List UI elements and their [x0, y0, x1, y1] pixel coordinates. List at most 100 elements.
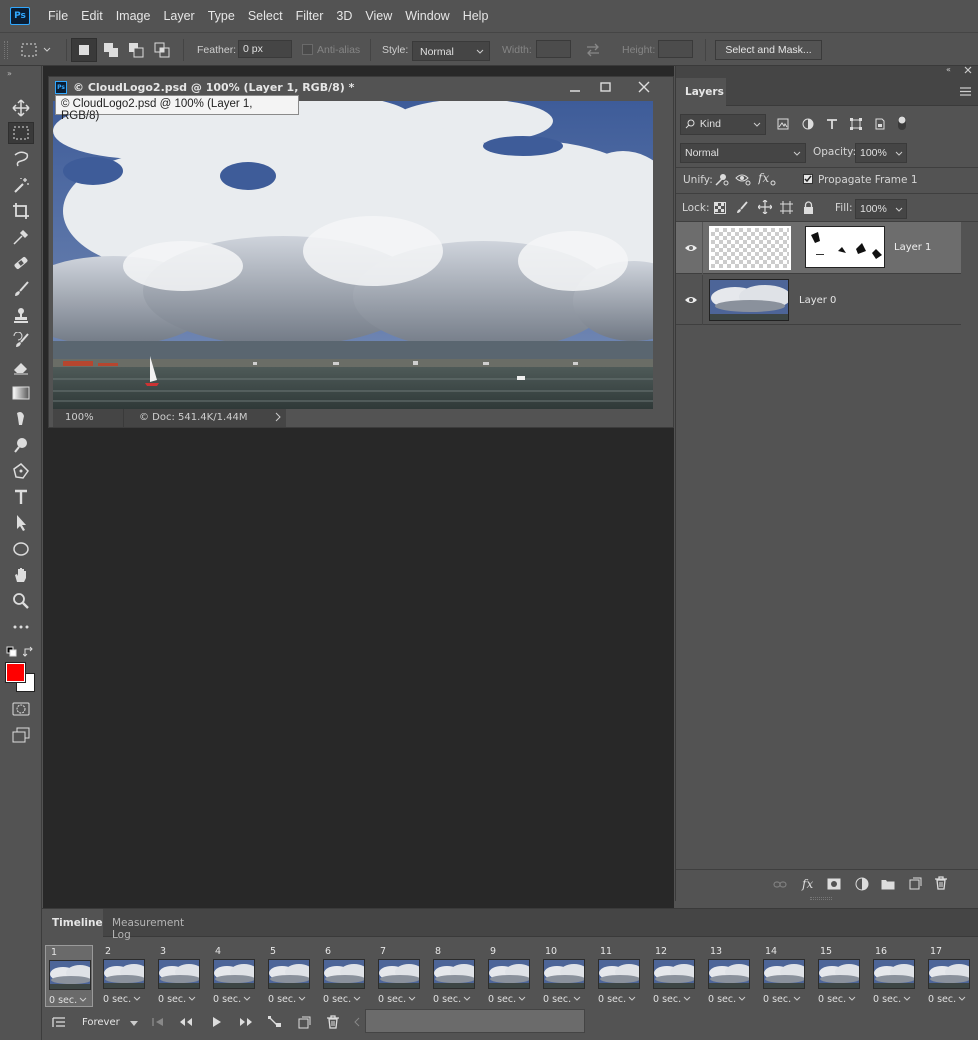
screen-mode-icon[interactable]: [8, 724, 34, 746]
next-frame-icon[interactable]: [239, 1017, 253, 1027]
frame-delay-select[interactable]: 0 sec.: [323, 994, 369, 1005]
frame-delay-select[interactable]: 0 sec.: [268, 994, 314, 1005]
intersect-selection-button[interactable]: [151, 39, 173, 61]
healing-brush-tool-icon[interactable]: [8, 252, 34, 274]
layer-1-mask-thumbnail[interactable]: [805, 226, 885, 268]
feather-input[interactable]: 0 px: [238, 40, 292, 58]
layer-row-layer-0[interactable]: Layer 0: [676, 275, 961, 325]
collapse-panel-icon[interactable]: «: [946, 65, 951, 74]
animation-frame[interactable]: 6 0 sec.: [320, 945, 368, 1007]
gradient-tool-icon[interactable]: [8, 382, 34, 404]
chevron-right-icon[interactable]: [275, 411, 281, 423]
animation-frame[interactable]: 15 0 sec.: [815, 945, 863, 1007]
style-select[interactable]: Normal: [412, 41, 490, 61]
type-tool-icon[interactable]: [8, 486, 34, 508]
tab-layers[interactable]: Layers: [676, 78, 726, 106]
menu-file[interactable]: File: [48, 9, 68, 23]
lock-transparent-pixels-icon[interactable]: [714, 202, 726, 214]
filter-adjustment-icon[interactable]: [802, 118, 814, 130]
menu-image[interactable]: Image: [116, 9, 151, 23]
eraser-tool-icon[interactable]: [8, 356, 34, 378]
hand-tool-icon[interactable]: [8, 564, 34, 586]
first-frame-icon[interactable]: [152, 1017, 164, 1027]
animation-frame[interactable]: 10 0 sec.: [540, 945, 588, 1007]
blend-mode-select[interactable]: Normal: [680, 143, 806, 163]
frame-delay-select[interactable]: 0 sec.: [928, 994, 974, 1005]
animation-frame[interactable]: 4 0 sec.: [210, 945, 258, 1007]
lock-position-icon[interactable]: [758, 200, 772, 214]
tween-frames-icon[interactable]: [268, 1016, 282, 1028]
layer-row-layer-1[interactable]: Layer 1: [676, 222, 961, 274]
animation-frame[interactable]: 1 0 sec.: [45, 945, 93, 1007]
add-to-selection-button[interactable]: [100, 39, 122, 61]
layer-0-name[interactable]: Layer 0: [799, 295, 836, 306]
layer-1-thumbnail[interactable]: [709, 226, 791, 270]
timeline-scrollbar-thumb[interactable]: [365, 1009, 585, 1033]
unify-position-icon[interactable]: [713, 172, 729, 186]
opacity-input[interactable]: 100%: [855, 143, 907, 163]
menu-layer[interactable]: Layer: [163, 9, 194, 23]
animation-frame[interactable]: 17 0 sec.: [925, 945, 973, 1007]
menu-view[interactable]: View: [365, 9, 392, 23]
zoom-level[interactable]: 100%: [65, 412, 94, 423]
eye-visibility-icon[interactable]: [684, 295, 698, 305]
pen-tool-icon[interactable]: [8, 460, 34, 482]
close-panel-icon[interactable]: [964, 66, 972, 74]
clone-stamp-tool-icon[interactable]: [8, 304, 34, 326]
frame-delay-select[interactable]: 0 sec.: [158, 994, 204, 1005]
new-selection-button[interactable]: [71, 38, 97, 62]
panel-menu-icon[interactable]: [960, 87, 971, 96]
lock-all-icon[interactable]: [803, 201, 814, 214]
quick-mask-icon[interactable]: [8, 698, 34, 720]
minimize-window-icon[interactable]: [569, 83, 581, 93]
frame-delay-select[interactable]: 0 sec.: [818, 994, 864, 1005]
new-adjustment-layer-icon[interactable]: [855, 877, 869, 891]
animation-frame[interactable]: 2 0 sec.: [100, 945, 148, 1007]
animation-frame[interactable]: 16 0 sec.: [870, 945, 918, 1007]
frame-delay-select[interactable]: 0 sec.: [433, 994, 479, 1005]
path-selection-tool-icon[interactable]: [8, 512, 34, 534]
filter-pixel-icon[interactable]: [777, 118, 789, 130]
crop-tool-icon[interactable]: [8, 200, 34, 222]
menu-window[interactable]: Window: [405, 9, 449, 23]
magic-wand-tool-icon[interactable]: [8, 174, 34, 196]
animation-frame[interactable]: 9 0 sec.: [485, 945, 533, 1007]
animation-frame[interactable]: 5 0 sec.: [265, 945, 313, 1007]
tab-measurement-log[interactable]: Measurement Log: [104, 909, 204, 941]
layer-1-name[interactable]: Layer 1: [894, 242, 931, 253]
restore-window-icon[interactable]: [600, 82, 612, 92]
frame-delay-select[interactable]: 0 sec.: [49, 995, 95, 1006]
delete-layer-trash-icon[interactable]: [935, 876, 947, 890]
options-grip[interactable]: [4, 41, 8, 59]
menu-help[interactable]: Help: [463, 9, 489, 23]
swap-colors-icon[interactable]: [23, 646, 35, 658]
layer-filter-kind[interactable]: Kind: [680, 114, 766, 135]
loop-option[interactable]: Forever: [82, 1017, 120, 1028]
menu-edit[interactable]: Edit: [81, 9, 103, 23]
frame-delay-select[interactable]: 0 sec.: [708, 994, 754, 1005]
lock-image-pixels-icon[interactable]: [736, 201, 748, 214]
lock-artboard-icon[interactable]: [780, 201, 793, 214]
more-tools-icon[interactable]: [8, 616, 34, 638]
duplicate-frame-icon[interactable]: [298, 1016, 311, 1029]
lasso-tool-icon[interactable]: [8, 148, 34, 170]
fill-input[interactable]: 100%: [855, 199, 907, 219]
unify-visibility-icon[interactable]: [735, 172, 751, 186]
eyedropper-tool-icon[interactable]: [8, 226, 34, 248]
animation-frame[interactable]: 14 0 sec.: [760, 945, 808, 1007]
frame-delay-select[interactable]: 0 sec.: [598, 994, 644, 1005]
new-layer-icon[interactable]: [909, 877, 922, 890]
document-size-info[interactable]: © Doc: 541.4K/1.44M: [139, 412, 248, 423]
play-icon[interactable]: [212, 1016, 222, 1028]
delete-frame-trash-icon[interactable]: [327, 1015, 339, 1029]
previous-frame-icon[interactable]: [179, 1017, 193, 1027]
eye-visibility-icon[interactable]: [684, 243, 698, 253]
chevron-down-icon[interactable]: [130, 1021, 138, 1027]
animation-frame[interactable]: 12 0 sec.: [650, 945, 698, 1007]
document-canvas[interactable]: [53, 101, 653, 409]
animation-frame[interactable]: 7 0 sec.: [375, 945, 423, 1007]
menu-select[interactable]: Select: [248, 9, 283, 23]
smudge-tool-icon[interactable]: [8, 408, 34, 430]
link-layers-icon[interactable]: [773, 880, 787, 890]
move-tool-icon[interactable]: [8, 97, 34, 119]
